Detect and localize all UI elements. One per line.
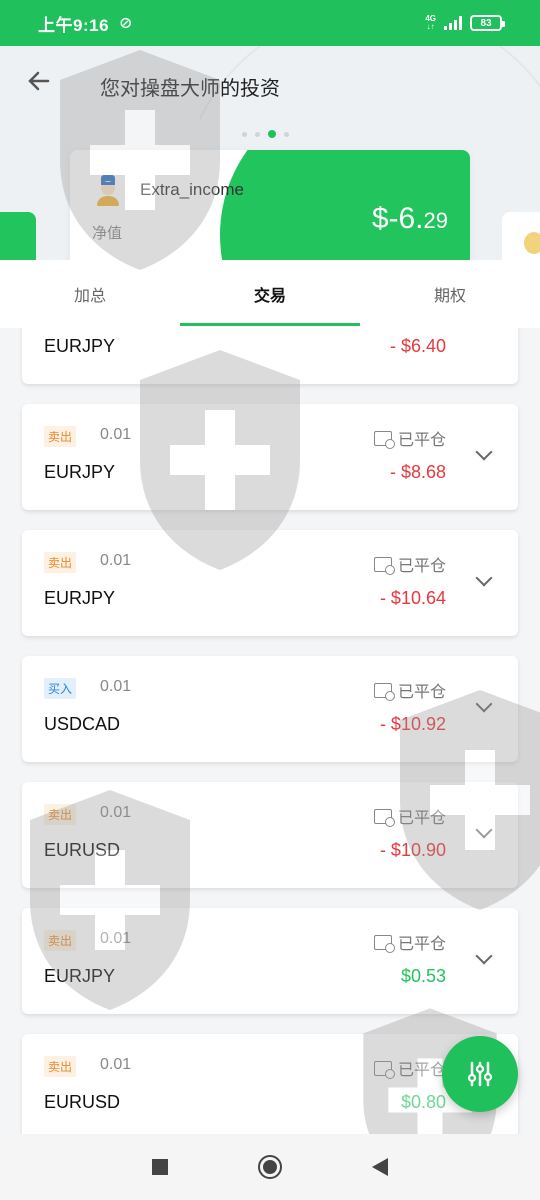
trade-card[interactable]: 卖出 0.01 已平仓 EURUSD - $10.90	[22, 782, 518, 888]
trade-lot: 0.01	[100, 426, 132, 443]
user-name: Extra_income	[140, 180, 244, 199]
carousel-dot[interactable]	[284, 131, 289, 137]
chevron-down-icon[interactable]	[475, 695, 493, 713]
chevron-down-icon[interactable]	[475, 821, 493, 839]
side-badge: 卖出	[44, 426, 77, 447]
trade-symbol: EURJPY	[44, 588, 116, 608]
trade-status: 已平仓	[373, 930, 446, 954]
signal-icon	[444, 16, 462, 30]
trade-lot: 0.01	[100, 804, 132, 821]
trade-lot: 0.01	[100, 930, 132, 947]
trade-pnl: $0.80	[400, 1092, 446, 1112]
trade-lot: 0.01	[100, 678, 132, 695]
filter-button[interactable]	[442, 1036, 518, 1112]
carousel-dots	[242, 130, 289, 138]
status-bar: 上午9:16 ⊘ 4G ↓↑ 83	[0, 0, 540, 46]
trade-status: 已平仓	[373, 552, 446, 576]
status-indicators: 4G ↓↑ 83	[425, 14, 505, 31]
trade-pnl: - $8.68	[389, 462, 446, 482]
back-icon[interactable]	[372, 1158, 388, 1176]
avatar-icon	[97, 175, 119, 206]
trade-status: 已平仓	[373, 678, 446, 702]
net-value-amount: $-6.29	[372, 202, 448, 236]
network-icon: 4G ↓↑	[425, 14, 436, 31]
closed-position-icon	[373, 556, 395, 575]
status-label: 已平仓	[397, 558, 446, 575]
trade-pnl: - $6.40	[389, 336, 446, 356]
back-arrow-icon[interactable]	[24, 68, 54, 98]
carousel-dot-active[interactable]	[268, 130, 276, 138]
trade-symbol: EURJPY	[44, 336, 116, 356]
closed-position-icon	[373, 808, 395, 827]
trade-card[interactable]: 买入 0.01 已平仓 USDCAD - $10.92	[22, 656, 518, 762]
investment-card[interactable]: Extra_income 净值 $-6.29	[70, 150, 470, 260]
trade-status: 已平仓	[373, 1056, 446, 1080]
trade-pnl: - $10.64	[379, 588, 446, 608]
carousel-card-next[interactable]	[502, 212, 540, 260]
status-label: 已平仓	[397, 684, 446, 701]
tab-trades[interactable]: 交易	[180, 260, 360, 328]
amount-decimal: 29	[423, 208, 448, 233]
trade-status: 已平仓	[373, 426, 446, 450]
page-title: 您对操盘大师的投资	[100, 78, 280, 100]
amount-main: $-6.	[371, 202, 424, 235]
trade-pnl: - $10.92	[379, 714, 446, 734]
carousel-card-prev[interactable]	[0, 212, 36, 260]
chevron-down-icon[interactable]	[475, 569, 493, 587]
trade-card[interactable]: 卖出 0.01 已平仓 EURJPY $0.53	[22, 908, 518, 1014]
header-area: 您对操盘大师的投资 Extra_income 净值 $-6.29	[0, 46, 540, 260]
home-icon[interactable]	[258, 1155, 282, 1179]
carousel-dot[interactable]	[242, 131, 247, 137]
system-nav-bar	[0, 1134, 540, 1200]
trade-card[interactable]: 卖出 0.01 已平仓 EURJPY - $8.68	[22, 404, 518, 510]
side-badge: 买入	[44, 678, 77, 699]
sliders-icon	[467, 1061, 493, 1087]
tab-summary[interactable]: 加总	[0, 260, 180, 328]
tab-label: 交易	[253, 288, 286, 305]
status-label: 已平仓	[397, 432, 446, 449]
closed-position-icon	[373, 1060, 395, 1079]
trade-symbol: USDCAD	[44, 714, 121, 734]
tab-label: 期权	[433, 288, 466, 305]
trade-card[interactable]: 卖出 0.01 已平仓 EURJPY - $10.64	[22, 530, 518, 636]
avatar-icon	[524, 232, 540, 254]
tab-bar: 加总 交易 期权	[0, 260, 540, 328]
tab-label: 加总	[73, 288, 106, 305]
side-badge: 卖出	[44, 1056, 77, 1077]
side-badge: 卖出	[44, 930, 77, 951]
mute-icon: ⊘	[119, 15, 133, 32]
trade-lot: 0.01	[100, 1056, 132, 1073]
status-label: 已平仓	[397, 810, 446, 827]
status-time: 上午9:16	[38, 15, 110, 35]
trade-symbol: EURUSD	[44, 840, 121, 860]
trade-pnl: $0.53	[400, 966, 446, 986]
trade-symbol: EURJPY	[44, 966, 116, 986]
trade-card[interactable]: EURJPY - $6.40	[22, 328, 518, 384]
closed-position-icon	[373, 934, 395, 953]
net-value-label: 净值	[92, 225, 123, 242]
status-label: 已平仓	[397, 1062, 446, 1079]
closed-position-icon	[373, 682, 395, 701]
trade-lot: 0.01	[100, 552, 132, 569]
closed-position-icon	[373, 430, 395, 449]
side-badge: 卖出	[44, 804, 77, 825]
trade-pnl: - $10.90	[379, 840, 446, 860]
recents-icon[interactable]	[152, 1159, 168, 1175]
tab-options[interactable]: 期权	[360, 260, 540, 328]
trade-status: 已平仓	[373, 804, 446, 828]
battery-level: 83	[480, 17, 492, 29]
chevron-down-icon[interactable]	[475, 947, 493, 965]
status-label: 已平仓	[397, 936, 446, 953]
battery-icon: 83	[470, 15, 505, 31]
trade-symbol: EURUSD	[44, 1092, 121, 1112]
trade-symbol: EURJPY	[44, 462, 116, 482]
side-badge: 卖出	[44, 552, 77, 573]
chevron-down-icon[interactable]	[475, 443, 493, 461]
trade-list[interactable]: EURJPY - $6.40 卖出 0.01 已平仓 EURJPY - $8.6…	[0, 328, 540, 1134]
carousel-dot[interactable]	[255, 131, 260, 137]
